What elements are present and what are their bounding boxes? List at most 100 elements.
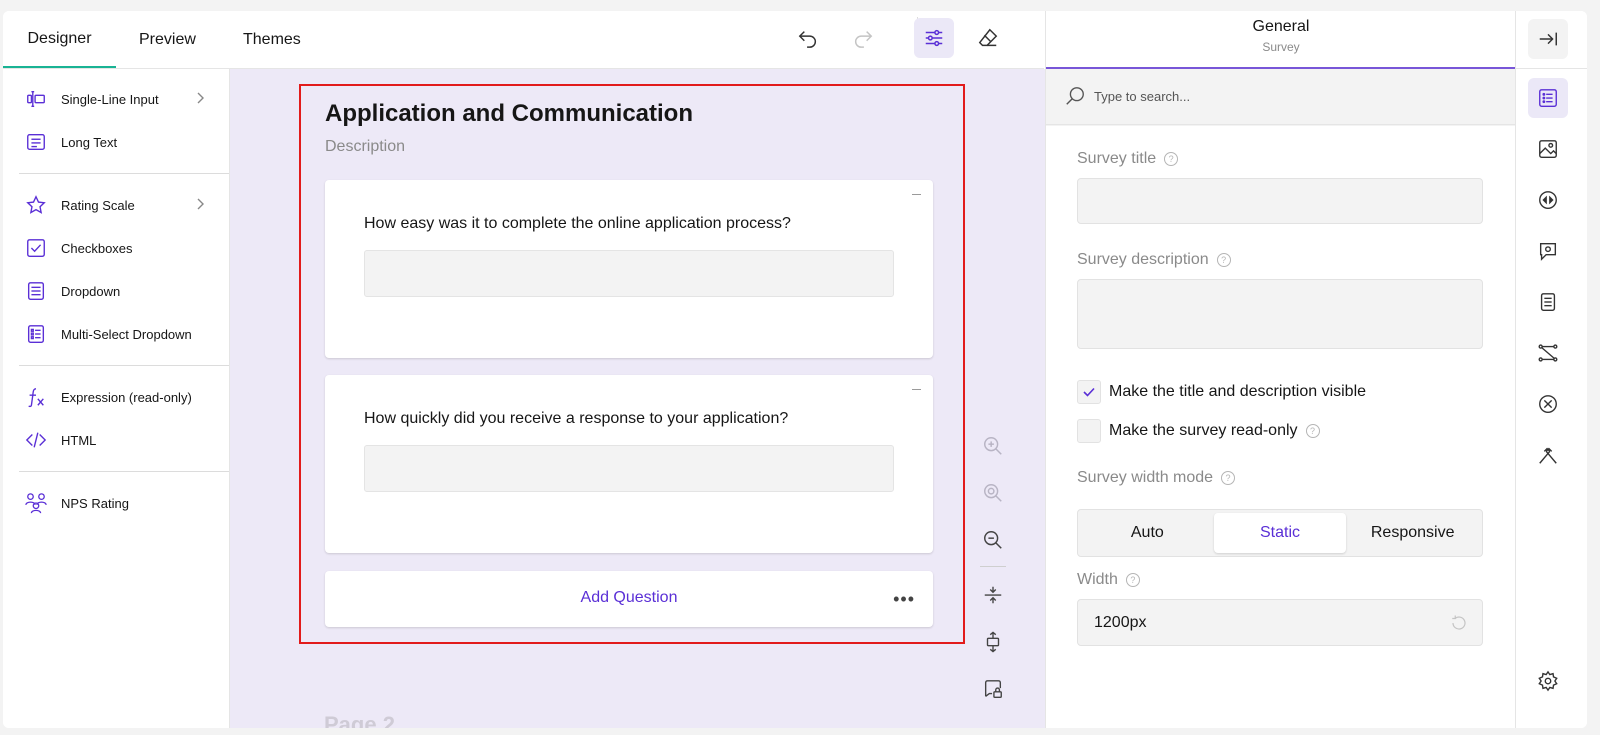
help-icon[interactable]: ?: [1305, 424, 1320, 438]
read-only-label: Make the survey read-only: [1109, 422, 1298, 439]
search-input[interactable]: Type to search...: [1094, 89, 1190, 104]
undo-button[interactable]: [788, 18, 828, 58]
sidebar-header: [1516, 11, 1587, 69]
question-title[interactable]: How easy was it to complete the online a…: [364, 215, 791, 233]
redo-icon: [855, 31, 873, 48]
star-icon: [23, 192, 49, 218]
redo-button[interactable]: [843, 18, 883, 58]
property-grid-body: Survey title? Survey description? Make t…: [1046, 126, 1516, 728]
help-icon[interactable]: ?: [1221, 471, 1236, 485]
collapse-panel-button[interactable]: [1528, 19, 1568, 59]
toolbox-item-label: Long Text: [61, 134, 118, 150]
function-icon: [23, 384, 49, 410]
lock-question-button[interactable]: [978, 674, 1008, 704]
toolbox-item-nps-rating[interactable]: NPS Rating: [23, 485, 213, 521]
zoom-in-icon: [984, 437, 1002, 455]
zoom-reset-button[interactable]: [978, 478, 1008, 508]
page-description[interactable]: Description: [325, 138, 405, 156]
title-visible-checkbox[interactable]: [1077, 380, 1101, 404]
page-panel-selected[interactable]: Application and Communication Descriptio…: [299, 84, 965, 644]
chevron-right-icon: [195, 197, 205, 214]
next-page-title[interactable]: Page 2: [324, 712, 395, 728]
undo-icon: [798, 31, 816, 48]
sidebar-settings-button[interactable]: [1528, 661, 1568, 701]
width-input[interactable]: 1200px: [1077, 599, 1483, 646]
reset-icon[interactable]: [1450, 614, 1468, 637]
property-tabs-sidebar: [1515, 11, 1587, 728]
sidebar-tab-question-settings[interactable]: [1528, 231, 1568, 271]
collapse-icon[interactable]: [912, 194, 921, 195]
zoom-out-button[interactable]: [978, 525, 1008, 555]
survey-description-input[interactable]: [1077, 279, 1483, 349]
settings-toggle-button[interactable]: [914, 18, 954, 58]
tab-themes[interactable]: Themes: [243, 11, 301, 68]
toolbox-item-label: Rating Scale: [61, 197, 135, 213]
survey-title-label: Survey title?: [1077, 150, 1179, 168]
expand-all-button[interactable]: [978, 627, 1008, 657]
toolbox-divider: [19, 173, 229, 174]
toolbox-item-label: Checkboxes: [61, 240, 133, 256]
survey-description-label: Survey description?: [1077, 251, 1231, 269]
property-grid-header: General Survey: [1046, 11, 1516, 69]
page-title[interactable]: Application and Communication: [325, 100, 693, 128]
property-grid-subtitle: Survey: [1262, 40, 1300, 54]
toolbox-item-rating-scale[interactable]: Rating Scale: [23, 187, 213, 223]
sidebar-tab-logic[interactable]: [1528, 333, 1568, 373]
multiselect-icon: [23, 321, 49, 347]
width-mode-static[interactable]: Static: [1213, 513, 1347, 553]
question-card[interactable]: How easy was it to complete the online a…: [325, 180, 933, 358]
survey-title-label-text: Survey title: [1077, 150, 1157, 167]
question-title[interactable]: How quickly did you receive a response t…: [364, 410, 788, 428]
sidebar-tab-general[interactable]: [1528, 78, 1568, 118]
eraser-icon: [978, 28, 998, 47]
checkbox-icon: [23, 235, 49, 261]
width-mode-label-text: Survey width mode: [1077, 469, 1214, 486]
sidebar-tab-pages[interactable]: [1528, 282, 1568, 322]
toolbox-item-long-text[interactable]: Long Text: [23, 124, 213, 160]
read-only-checkbox[interactable]: [1077, 419, 1101, 443]
survey-title-input[interactable]: [1077, 178, 1483, 224]
zoom-in-button[interactable]: [978, 431, 1008, 461]
width-mode-label: Survey width mode?: [1077, 469, 1236, 487]
help-icon[interactable]: ?: [1164, 152, 1179, 166]
lock-icon: [984, 680, 1002, 698]
title-visible-label: Make the title and description visible: [1109, 383, 1367, 400]
sidebar-tab-validation[interactable]: [1528, 384, 1568, 424]
add-question-button[interactable]: Add Question: [325, 589, 933, 607]
text-cursor-icon: [23, 86, 49, 112]
question-text-input[interactable]: [364, 445, 894, 492]
toolbox-item-expression[interactable]: Expression (read-only): [23, 379, 213, 415]
more-options-button[interactable]: •••: [893, 589, 915, 610]
image-icon: [1539, 140, 1557, 158]
toolbox-item-label: Multi-Select Dropdown: [61, 326, 192, 342]
help-icon[interactable]: ?: [1216, 253, 1231, 267]
sidebar-tab-completion[interactable]: [1528, 435, 1568, 475]
close-circle-icon: [1539, 395, 1557, 413]
toolbox-item-multi-select-dropdown[interactable]: Multi-Select Dropdown: [23, 316, 213, 352]
sidebar-tab-logo[interactable]: [1528, 129, 1568, 169]
question-text-input[interactable]: [364, 250, 894, 297]
question-card[interactable]: How quickly did you receive a response t…: [325, 375, 933, 553]
checkmark-icon: [1083, 387, 1095, 397]
clear-survey-button[interactable]: [968, 18, 1008, 58]
search-icon: [1064, 85, 1086, 112]
toolbox-item-checkboxes[interactable]: Checkboxes: [23, 230, 213, 266]
tab-designer[interactable]: Designer: [3, 11, 116, 68]
flags-icon: [1539, 447, 1557, 464]
collapse-all-button[interactable]: [978, 580, 1008, 610]
help-icon[interactable]: ?: [1125, 573, 1140, 587]
sidebar-tab-navigation[interactable]: [1528, 180, 1568, 220]
toolbox-item-single-line-input[interactable]: Single-Line Input: [23, 81, 213, 117]
collapse-icon[interactable]: [912, 389, 921, 390]
width-mode-auto[interactable]: Auto: [1081, 513, 1214, 553]
add-question-bar: Add Question •••: [325, 571, 933, 627]
property-search[interactable]: Type to search...: [1046, 69, 1516, 125]
tab-preview[interactable]: Preview: [139, 11, 196, 68]
toolbox-item-label: Expression (read-only): [61, 389, 192, 405]
read-only-row: Make the survey read-only ?: [1077, 419, 1320, 443]
toolbox-item-dropdown[interactable]: Dropdown: [23, 273, 213, 309]
tab-preview-label: Preview: [139, 30, 196, 48]
long-text-icon: [23, 129, 49, 155]
width-mode-responsive[interactable]: Responsive: [1346, 513, 1479, 553]
toolbox-item-html[interactable]: HTML: [23, 422, 213, 458]
